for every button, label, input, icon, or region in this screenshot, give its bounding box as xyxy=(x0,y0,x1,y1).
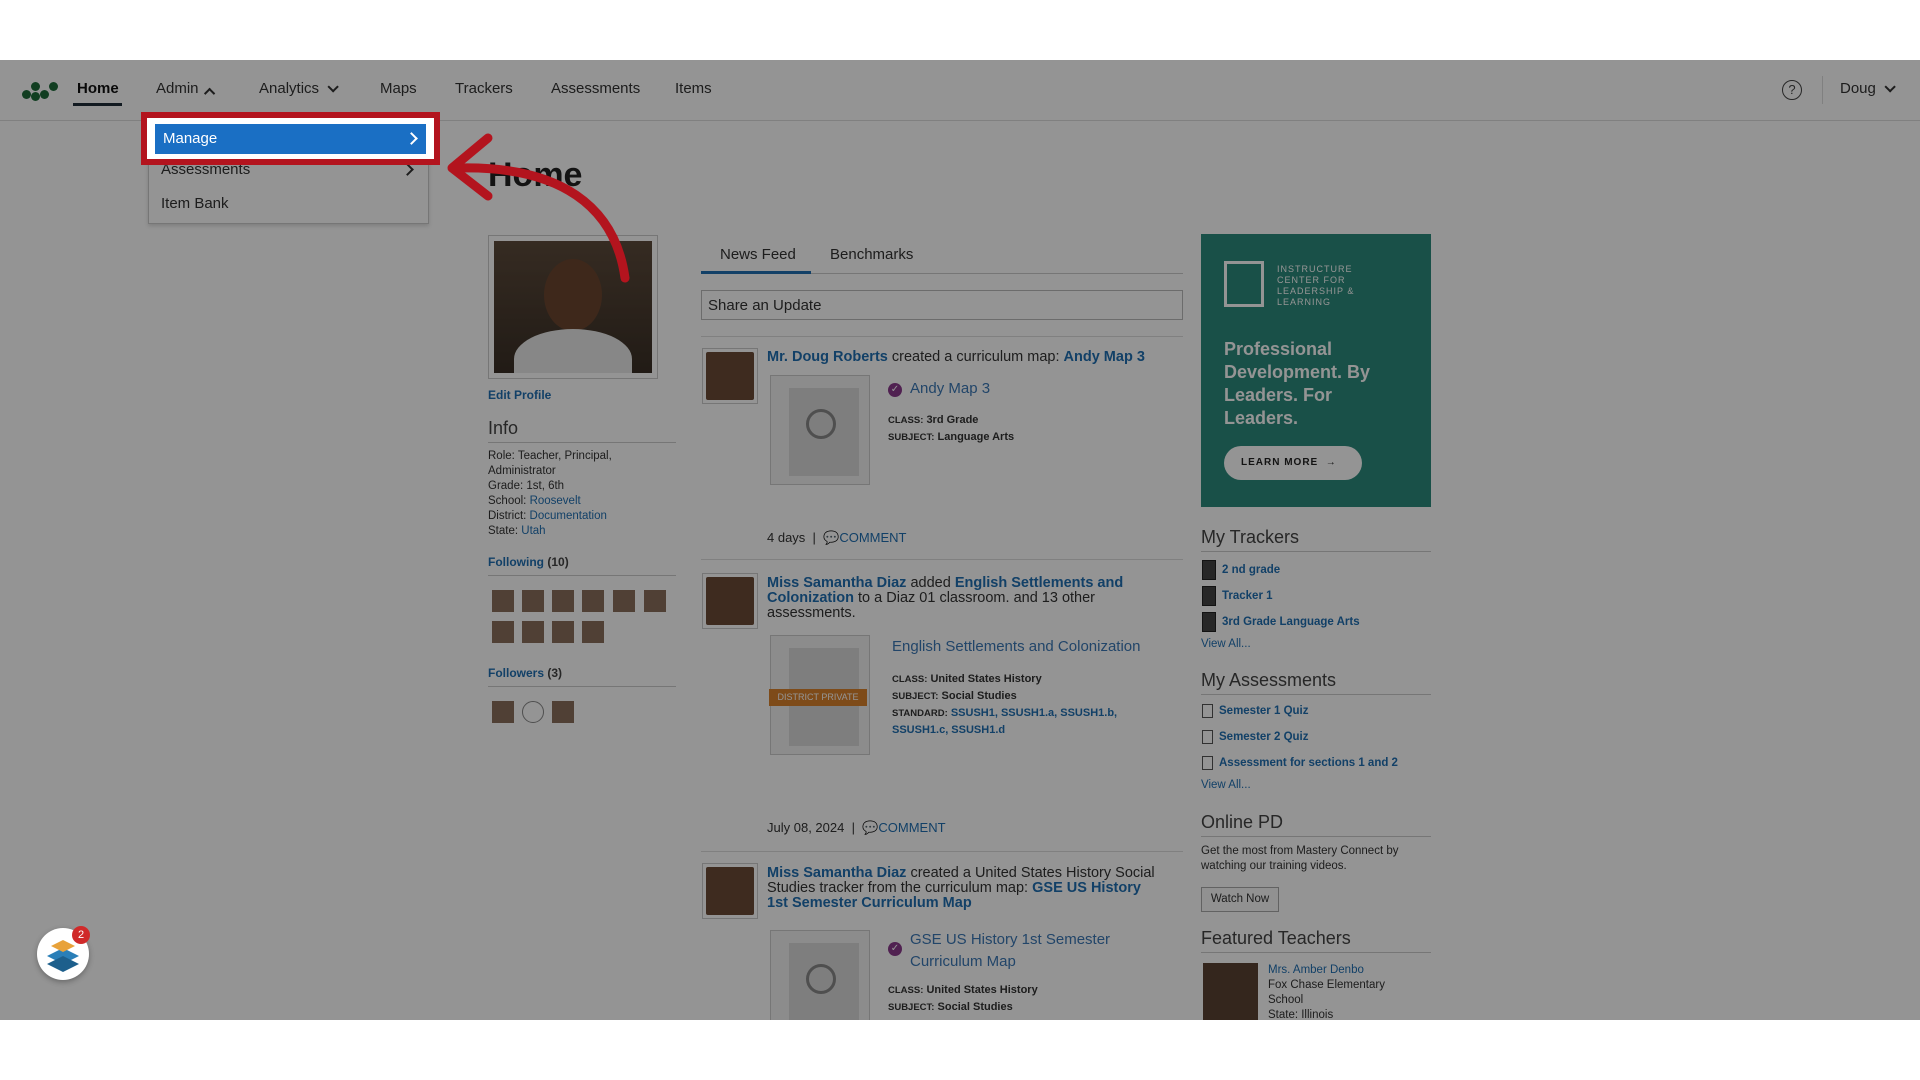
tutorial-overlay xyxy=(0,60,1920,1020)
notification-badge: 2 xyxy=(72,926,90,944)
manage-label: Manage xyxy=(163,130,218,147)
annotation-arrow-icon xyxy=(447,133,630,283)
highlight-box: Manage xyxy=(141,112,440,165)
dropdown-item-manage[interactable]: Manage xyxy=(155,124,426,154)
chevron-right-icon xyxy=(405,132,418,145)
app-stage: Home Admin Analytics Maps Trackers Asses… xyxy=(0,60,1920,1020)
